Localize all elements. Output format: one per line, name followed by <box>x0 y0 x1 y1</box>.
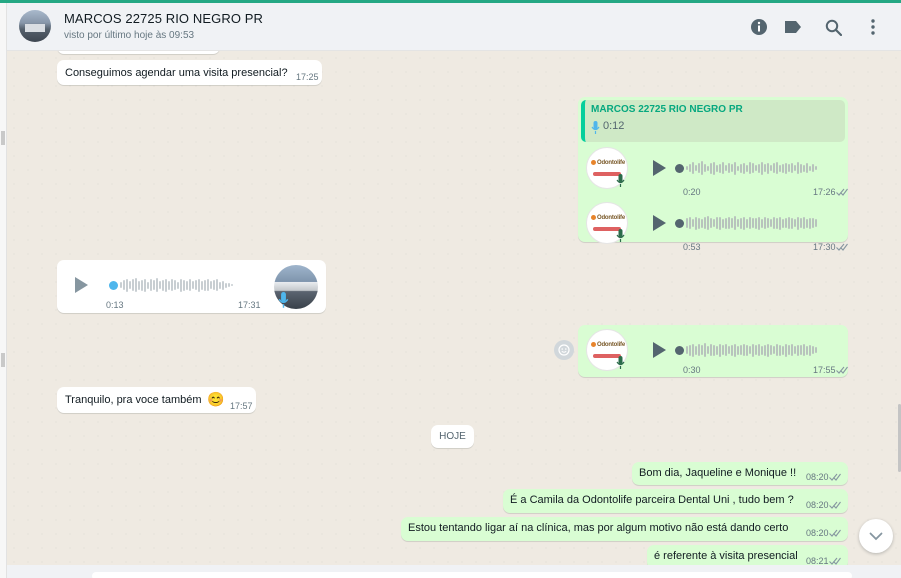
quoted-message[interactable]: MARCOS 22725 RIO NEGRO PR 0:12 <box>581 100 845 142</box>
scroll-to-bottom-button[interactable] <box>859 519 893 553</box>
read-receipt-icon <box>829 473 841 481</box>
logo-mark <box>591 342 596 347</box>
message-input[interactable] <box>92 572 852 578</box>
message-text: Bom dia, Jaqueline e Monique !! <box>639 467 797 479</box>
audio-progress-knob[interactable] <box>675 346 684 355</box>
contact-avatar[interactable] <box>19 10 51 42</box>
mic-icon <box>278 292 289 308</box>
contact-name[interactable]: MARCOS 22725 RIO NEGRO PR <box>64 11 263 26</box>
audio-duration: 0:13 <box>106 300 124 310</box>
chevron-down-icon <box>869 532 883 540</box>
read-receipt-icon <box>829 501 841 509</box>
message-time: 17:26 <box>813 187 836 197</box>
audio-waveform[interactable] <box>686 342 834 358</box>
message-text: É a Camila da Odontolife parceira Dental… <box>510 494 794 506</box>
search-icon[interactable] <box>822 16 844 38</box>
mic-icon <box>616 356 625 369</box>
incoming-message[interactable]: Tranquilo, pra voce também 😊 17:57 <box>57 387 256 413</box>
outgoing-audio-message[interactable]: Odontolife 0:30 17:55 <box>578 325 848 377</box>
smiley-icon <box>558 344 570 356</box>
message-time: 17:57 <box>230 401 253 411</box>
outgoing-message[interactable]: Bom dia, Jaqueline e Monique !! 08:20 <box>632 462 848 485</box>
incoming-message[interactable]: Conseguimos agendar uma visita presencia… <box>57 60 322 85</box>
read-receipt-icon <box>836 366 848 374</box>
mic-icon <box>591 121 600 134</box>
play-button[interactable] <box>75 277 88 293</box>
chat-header[interactable]: MARCOS 22725 RIO NEGRO PR visto por últi… <box>7 3 901 51</box>
audio-waveform[interactable] <box>686 215 834 231</box>
logo-text: Odontolife <box>597 160 625 166</box>
audio-progress-knob[interactable] <box>109 281 118 290</box>
message-text: é referente à visita presencial <box>654 550 798 562</box>
logo-mark <box>591 215 596 220</box>
audio-progress-knob[interactable] <box>675 219 684 228</box>
logo-text: Odontolife <box>597 342 625 348</box>
outgoing-audio-reply[interactable]: MARCOS 22725 RIO NEGRO PR 0:12 Odontolif… <box>578 97 848 252</box>
info-icon[interactable] <box>748 16 770 38</box>
audio-duration: 0:20 <box>683 187 701 197</box>
logo-text: Odontolife <box>597 215 625 221</box>
message-time: 17:55 <box>813 365 836 375</box>
audio-waveform[interactable] <box>120 277 260 293</box>
message-time: 17:30 <box>813 242 836 252</box>
outgoing-message[interactable]: Estou tentando ligar aí na clínica, mas … <box>401 517 848 541</box>
composer-bar <box>7 565 901 578</box>
outgoing-message[interactable]: é referente à visita presencial 08:21 <box>647 545 848 565</box>
read-receipt-icon <box>829 557 841 565</box>
message-time: 08:21 <box>806 556 829 565</box>
message-time: 08:20 <box>806 472 829 482</box>
play-button[interactable] <box>653 215 666 231</box>
day-divider: HOJE <box>431 425 474 448</box>
read-receipt-icon <box>836 188 848 196</box>
audio-duration: 0:53 <box>683 242 701 252</box>
left-panel-edge <box>0 3 7 578</box>
left-edge-marker <box>1 353 5 367</box>
read-receipt-icon <box>836 243 848 251</box>
mic-icon <box>616 229 625 242</box>
smile-emoji: 😊 <box>207 391 225 407</box>
message-time: 17:25 <box>296 72 319 82</box>
audio-progress-knob[interactable] <box>675 164 684 173</box>
outgoing-message[interactable]: É a Camila da Odontolife parceira Dental… <box>503 489 848 513</box>
quoted-duration: 0:12 <box>603 120 625 132</box>
audio-duration: 0:30 <box>683 365 701 375</box>
incoming-audio-message[interactable]: 0:13 17:31 <box>57 260 326 313</box>
message-text: Tranquilo, pra voce também <box>65 394 202 406</box>
message-text: Conseguimos agendar uma visita presencia… <box>65 67 288 79</box>
message-text: Estou tentando ligar aí na clínica, mas … <box>408 522 789 534</box>
logo-mark <box>591 160 596 165</box>
label-icon[interactable] <box>782 16 804 38</box>
message-time: 08:20 <box>806 528 829 538</box>
mic-icon <box>616 174 625 187</box>
message-bubble-partial[interactable] <box>57 51 220 54</box>
play-button[interactable] <box>653 160 666 176</box>
reaction-emoji-button[interactable] <box>554 340 574 360</box>
quoted-author: MARCOS 22725 RIO NEGRO PR <box>591 104 743 115</box>
play-button[interactable] <box>653 342 666 358</box>
left-edge-marker <box>1 131 5 145</box>
message-time: 17:31 <box>238 300 261 310</box>
message-list[interactable]: Conseguimos agendar uma visita presencia… <box>7 51 901 565</box>
message-time: 08:20 <box>806 500 829 510</box>
read-receipt-icon <box>829 529 841 537</box>
menu-icon[interactable] <box>862 16 884 38</box>
audio-waveform[interactable] <box>686 160 834 176</box>
last-seen-status: visto por último hoje às 09:53 <box>64 30 195 41</box>
